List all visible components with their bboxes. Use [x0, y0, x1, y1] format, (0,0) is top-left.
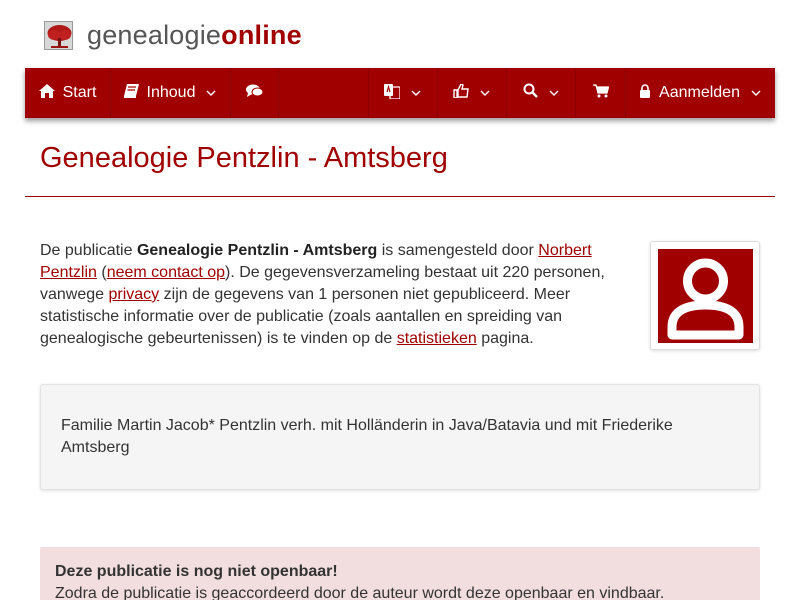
logo-text: genealogieonline	[87, 20, 302, 50]
chevron-down-icon	[411, 90, 421, 96]
nav-start[interactable]: Start	[25, 68, 111, 118]
thumbs-up-icon	[453, 82, 469, 103]
author-avatar[interactable]	[650, 241, 760, 350]
cart-icon	[592, 83, 609, 103]
nav-cart[interactable]	[576, 68, 626, 118]
book-icon	[123, 83, 139, 103]
privacy-link[interactable]: privacy	[109, 286, 160, 303]
lock-icon	[639, 83, 651, 103]
nav-inhoud[interactable]: Inhoud	[111, 68, 231, 118]
nav-login-label: Aanmelden	[659, 84, 740, 101]
publication-name: Genealogie Pentzlin - Amtsberg	[136, 242, 378, 259]
publication-intro: De publicatie Genealogie Pentzlin - Amts…	[40, 242, 605, 347]
main-navbar: Start Inhoud Aanmelden	[25, 68, 775, 118]
publication-description: Familie Martin Jacob* Pentzlin verh. mit…	[40, 384, 760, 490]
alert-title: Deze publicatie is nog niet openbaar!	[55, 563, 338, 580]
site-logo[interactable]: genealogieonline	[44, 17, 302, 53]
alert-text: Zodra de publicatie is geaccordeerd door…	[55, 585, 665, 600]
not-public-alert: Deze publicatie is nog niet openbaar! Zo…	[40, 547, 760, 600]
nav-spacer	[279, 68, 369, 118]
nav-search[interactable]	[507, 68, 576, 118]
nav-login[interactable]: Aanmelden	[626, 68, 775, 118]
comments-icon	[246, 84, 264, 103]
tree-icon	[44, 20, 73, 50]
user-icon	[658, 249, 753, 343]
statistics-link[interactable]: statistieken	[397, 330, 477, 347]
translate-icon	[384, 83, 401, 104]
chevron-down-icon	[751, 90, 761, 96]
search-icon	[523, 83, 538, 103]
description-text: Familie Martin Jacob* Pentzlin verh. mit…	[61, 417, 673, 456]
chevron-down-icon	[549, 90, 558, 96]
title-divider	[25, 196, 775, 197]
nav-language[interactable]	[369, 68, 438, 118]
contact-link[interactable]: neem contact op	[107, 264, 225, 281]
chevron-down-icon	[480, 90, 490, 96]
nav-forum[interactable]	[231, 68, 279, 118]
nav-like[interactable]	[438, 68, 507, 118]
chevron-down-icon	[206, 90, 216, 96]
home-icon	[38, 83, 55, 103]
page-title: Genealogie Pentzlin - Amtsberg	[40, 142, 448, 174]
nav-inhoud-label: Inhoud	[146, 84, 196, 101]
nav-start-label: Start	[62, 84, 97, 101]
